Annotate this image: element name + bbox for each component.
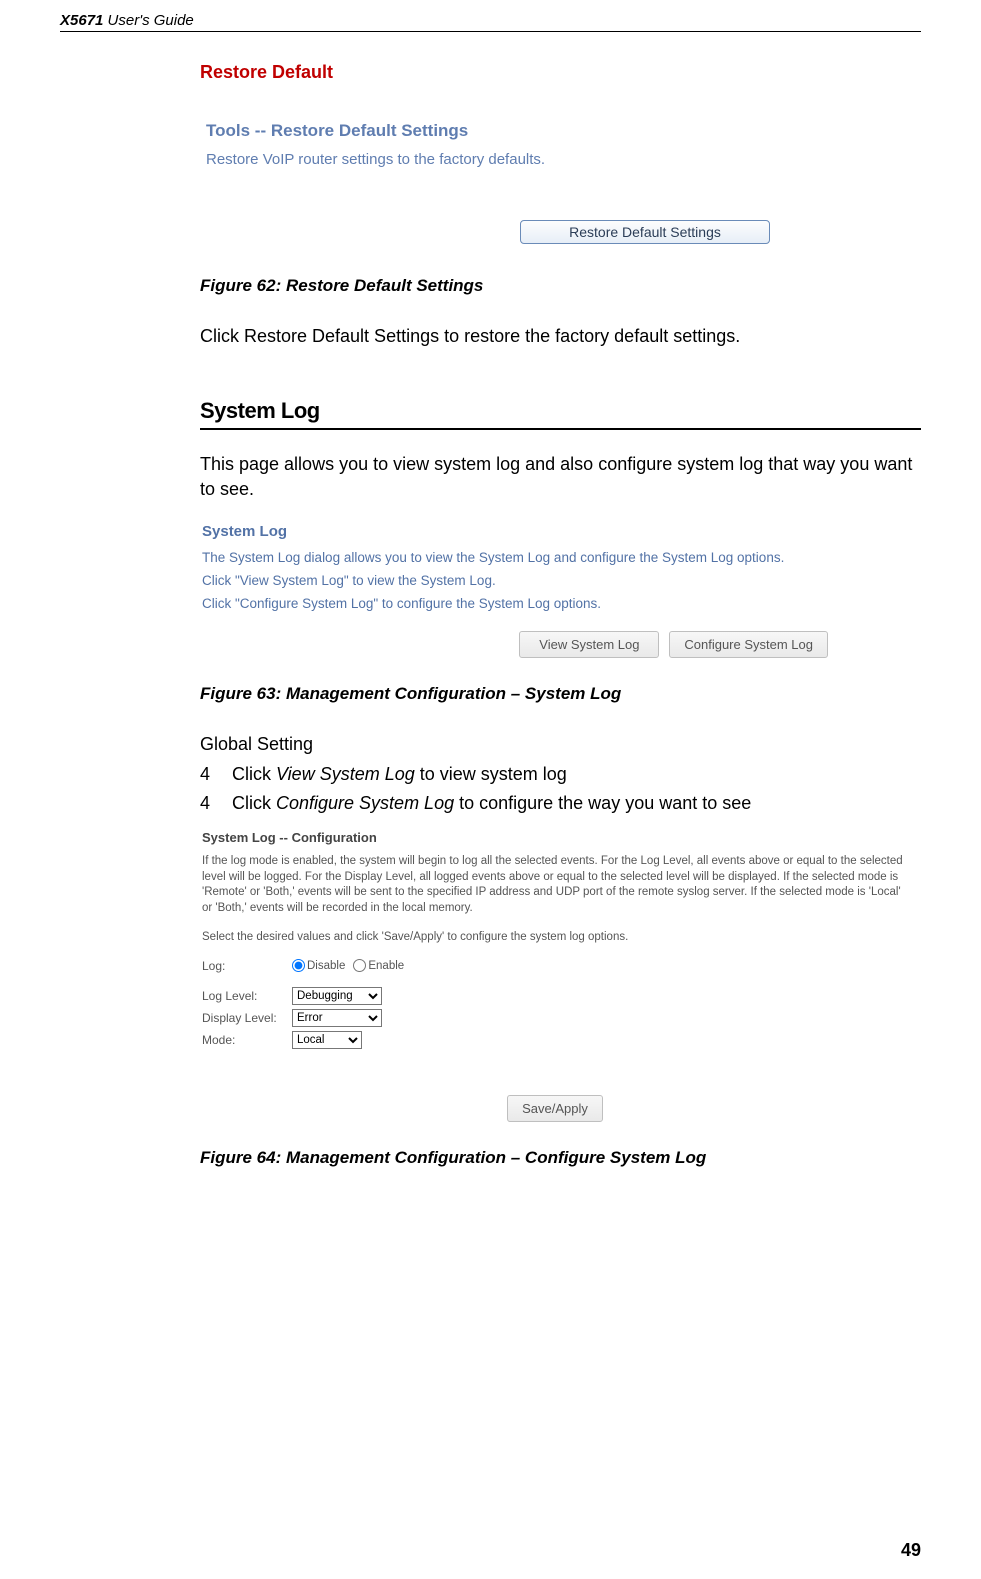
figure-64-caption: Figure 64: Management Configuration – Co… (200, 1148, 921, 1168)
ss3-para1: If the log mode is enabled, the system w… (200, 851, 910, 919)
log-disable-label: Disable (307, 960, 345, 972)
list-number: 4 (200, 764, 232, 785)
ss2-line2: Click "View System Log" to view the Syst… (200, 569, 830, 592)
ss1-body: Restore VoIP router settings to the fact… (200, 149, 780, 170)
display-level-select[interactable]: Error (292, 1009, 382, 1027)
log-level-select[interactable]: Debugging (292, 987, 382, 1005)
ss2-line1: The System Log dialog allows you to view… (200, 546, 830, 569)
ss2-line3: Click "Configure System Log" to configur… (200, 592, 830, 615)
save-apply-button[interactable]: Save/Apply (507, 1095, 603, 1122)
list-item: 4 Click Configure System Log to configur… (200, 793, 921, 814)
display-level-label: Display Level: (202, 1011, 292, 1025)
log-level-label: Log Level: (202, 989, 292, 1003)
ss1-title: Tools -- Restore Default Settings (200, 111, 780, 149)
figure-63-caption: Figure 63: Management Configuration – Sy… (200, 684, 921, 704)
list-item: 4 Click View System Log to view system l… (200, 764, 921, 785)
system-log-intro: This page allows you to view system log … (200, 452, 921, 501)
page-header: X5671 User's Guide (60, 12, 921, 32)
mode-select[interactable]: Local (292, 1031, 362, 1049)
ss2-title: System Log (200, 515, 830, 546)
restore-default-button[interactable]: Restore Default Settings (520, 220, 770, 244)
global-setting-label: Global Setting (200, 732, 921, 756)
list-number: 4 (200, 793, 232, 814)
header-suffix: User's Guide (103, 12, 193, 29)
system-log-heading: System Log (200, 398, 921, 430)
product-name: X5671 (60, 12, 103, 29)
list-text: Click View System Log to view system log (232, 764, 567, 785)
log-enable-label: Enable (368, 960, 404, 972)
view-system-log-button[interactable]: View System Log (519, 631, 659, 658)
configure-system-log-button[interactable]: Configure System Log (669, 631, 828, 658)
log-disable-radio[interactable] (292, 959, 305, 972)
view-system-log-emph: View System Log (276, 764, 415, 784)
ss3-para2: Select the desired values and click 'Sav… (200, 927, 910, 949)
screenshot-restore-default: Tools -- Restore Default Settings Restor… (200, 111, 780, 254)
log-label: Log: (202, 959, 292, 973)
log-enable-radio[interactable] (353, 959, 366, 972)
ss3-title: System Log -- Configuration (200, 824, 910, 851)
restore-default-heading: Restore Default (200, 62, 921, 83)
page-number: 49 (901, 1540, 921, 1561)
screenshot-system-log: System Log The System Log dialog allows … (200, 515, 830, 662)
restore-default-paragraph: Click Restore Default Settings to restor… (200, 324, 921, 348)
list-text: Click Configure System Log to configure … (232, 793, 751, 814)
configure-system-log-emph: Configure System Log (276, 793, 454, 813)
screenshot-configure-system-log: System Log -- Configuration If the log m… (200, 824, 910, 1126)
figure-62-caption: Figure 62: Restore Default Settings (200, 276, 921, 296)
mode-label: Mode: (202, 1033, 292, 1047)
